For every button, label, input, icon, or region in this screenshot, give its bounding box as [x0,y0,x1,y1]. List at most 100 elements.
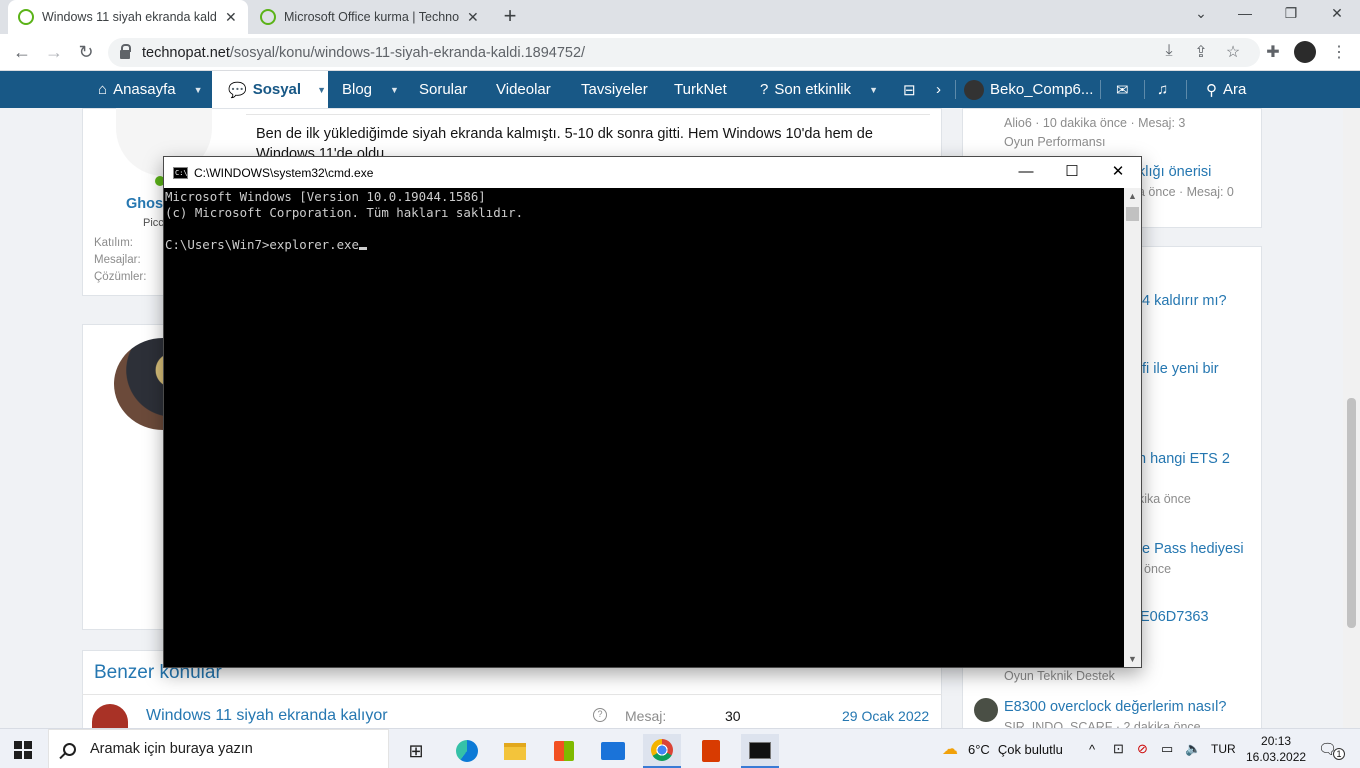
restore-button[interactable]: ❐ [1276,5,1306,22]
author-name[interactable]: Ghos [126,196,163,212]
windows-start-icon[interactable] [14,741,32,759]
cmd-line-version: Microsoft Windows [Version 10.0.19044.15… [165,189,486,204]
cmd-window[interactable]: C:\ C:\WINDOWS\system32\cmd.exe — ☐ ✕ Mi… [163,156,1142,668]
tray-battery[interactable]: ▭ [1161,729,1173,768]
cmd-close-button[interactable]: ✕ [1095,157,1141,188]
reload-button[interactable]: ↻ [74,41,98,63]
cmd-taskbar-icon[interactable] [741,734,779,768]
chevron-down-icon[interactable]: ▼ [317,85,326,95]
cmd-scrollbar[interactable]: ▲ ▼ [1124,188,1141,667]
alerts-button[interactable]: ♫ [1157,71,1168,108]
tab-search-icon[interactable]: ⌄ [1186,5,1216,22]
cmd-prompt-line: C:\Users\Win7>explorer.exe [165,237,1124,253]
nav-home[interactable]: ⌂ Anasayfa ▼ [0,71,210,108]
store-icon[interactable] [545,734,583,768]
close-tab-icon[interactable]: ✕ [225,9,237,26]
clock-date: 16.03.2022 [1246,750,1307,764]
menu-icon[interactable]: ⋮ [1328,42,1350,62]
tray-network[interactable]: ⊘ [1137,729,1148,768]
mail-icon[interactable] [594,734,632,768]
cmd-minimize-button[interactable]: — [1003,157,1049,188]
cmd-console[interactable]: Microsoft Windows [Version 10.0.19044.15… [164,188,1124,667]
clock-time: 20:13 [1261,734,1292,748]
sidebar-thread-title-4[interactable]: n hangi ETS 2 [1138,451,1230,467]
notification-center[interactable]: 🗨 1 [1318,729,1346,768]
sidebar-thread-title-1[interactable]: klığı önerisi [1138,164,1211,180]
nav-blog[interactable]: Blog ▼ [342,71,399,108]
sidebar-thread-title-7[interactable]: E8300 overclock değerlerim nasıl? [1004,699,1226,715]
file-explorer-icon[interactable] [496,734,534,768]
chevron-right-icon: › [936,81,941,98]
nav-divider [955,80,956,99]
sidebar-thread-title-3[interactable]: fi ile yeni bir [1142,361,1219,377]
edge-icon[interactable] [448,734,486,768]
cmd-scroll-up-icon[interactable]: ▲ [1124,191,1141,201]
task-view-icon[interactable]: ⊞ [397,734,435,768]
url-text: technopat.net/sosyal/konu/windows-11-siy… [142,44,586,61]
tab-office[interactable]: Microsoft Office kurma | Technopat Sosya… [250,0,490,34]
chat-icon: 💬 [228,81,247,99]
cmd-scroll-down-icon[interactable]: ▼ [1124,654,1141,664]
office-icon[interactable] [692,734,730,768]
new-tab-button[interactable]: + [498,5,522,29]
minimize-button[interactable]: — [1230,5,1260,21]
similar-messages-label: Mesaj: [625,708,667,724]
lock-icon[interactable] [120,44,131,59]
install-icon[interactable]: ⤓ [1158,42,1180,60]
browser-tab-strip: Windows 11 siyah ekranda kaldı | Technop… [0,0,1360,34]
sidebar-category-6[interactable]: Oyun Teknik Destek [1004,669,1115,683]
back-button[interactable]: ← [10,41,34,63]
sidebar-avatar-7[interactable] [974,698,998,722]
clock[interactable]: 20:13 16.03.2022 [1246,729,1306,768]
taskbar-search-placeholder: Aramak için buraya yazın [90,741,253,757]
technopat-power-icon [18,9,34,25]
sidebar-thread-title-2[interactable]: 4 kaldırır mı? [1142,293,1227,309]
nav-extra[interactable]: ⊟ [903,71,916,108]
weather-widget[interactable]: ☁ 6°C Çok bulutlu [942,729,1063,768]
weather-temp: 6°C [968,741,990,757]
close-tab-icon[interactable]: ✕ [467,9,479,26]
chevron-down-icon[interactable]: ▼ [194,85,203,95]
nav-social[interactable]: 💬 Sosyal ▼ [212,71,328,108]
nav-questions[interactable]: Sorular [419,71,467,108]
tray-device-icon[interactable]: ⊡ [1113,729,1124,768]
similar-thread-date[interactable]: 29 Ocak 2022 [842,708,929,724]
nav-search[interactable]: ⚲ Ara [1206,71,1246,108]
show-hidden-icons[interactable]: ^ [1089,729,1095,768]
page-scrollbar[interactable] [1343,108,1360,728]
similar-thread-title[interactable]: Windows 11 siyah ekranda kalıyor [146,707,388,725]
sidebar-thread-title-6[interactable]: E06D7363 [1140,609,1209,625]
cmd-titlebar[interactable]: C:\ C:\WINDOWS\system32\cmd.exe — ☐ ✕ [164,157,1141,188]
chrome-icon[interactable] [643,734,681,768]
share-icon[interactable]: ⇪ [1190,42,1212,62]
tab-windows-11[interactable]: Windows 11 siyah ekranda kaldı | Technop… [8,0,248,34]
address-bar[interactable]: technopat.net/sosyal/konu/windows-11-siy… [108,38,1260,67]
chevron-down-icon[interactable]: ▼ [869,85,878,95]
sidebar-meta-2: a önce · Mesaj: 0 [1138,185,1234,199]
forward-button[interactable]: → [42,41,66,63]
sidebar-meta-1: Alio6 · 10 dakika önce · Mesaj: 3 [1004,116,1186,130]
nav-recent[interactable]: ? Son etkinlik ▼ [760,71,878,108]
inbox-button[interactable]: ✉ [1116,71,1129,108]
chevron-down-icon[interactable]: ▼ [390,85,399,95]
nav-turknet[interactable]: TurkNet [674,71,727,108]
page-scrollbar-thumb[interactable] [1347,398,1356,628]
taskbar: Aramak için buraya yazın ⊞ ☁ 6°C Çok bul… [0,728,1360,768]
tray-volume[interactable]: 🔈 [1185,729,1201,768]
cmd-scrollbar-thumb[interactable] [1126,207,1139,221]
bookmark-star-icon[interactable]: ☆ [1222,42,1244,62]
taskbar-search[interactable]: Aramak için buraya yazın [48,729,389,768]
sidebar-thread-title-5[interactable]: e Pass hediyesi [1142,541,1244,557]
nav-search-label: Ara [1223,81,1247,98]
language-indicator[interactable]: TUR [1211,729,1236,768]
tab-title: Microsoft Office kurma | Technopat Sosya… [284,10,459,24]
nav-videos[interactable]: Videolar [496,71,551,108]
nav-recommendations[interactable]: Tavsiyeler [581,71,648,108]
profile-avatar[interactable] [1294,41,1316,63]
extensions-icon[interactable]: ✚ [1262,42,1284,62]
nav-scroll-right[interactable]: › [936,71,941,108]
nav-user[interactable]: Beko_Comp6... [964,71,1093,108]
close-window-button[interactable]: ✕ [1322,5,1352,22]
cmd-maximize-button[interactable]: ☐ [1049,157,1095,188]
sidebar-category-1[interactable]: Oyun Performansı [1004,135,1105,149]
